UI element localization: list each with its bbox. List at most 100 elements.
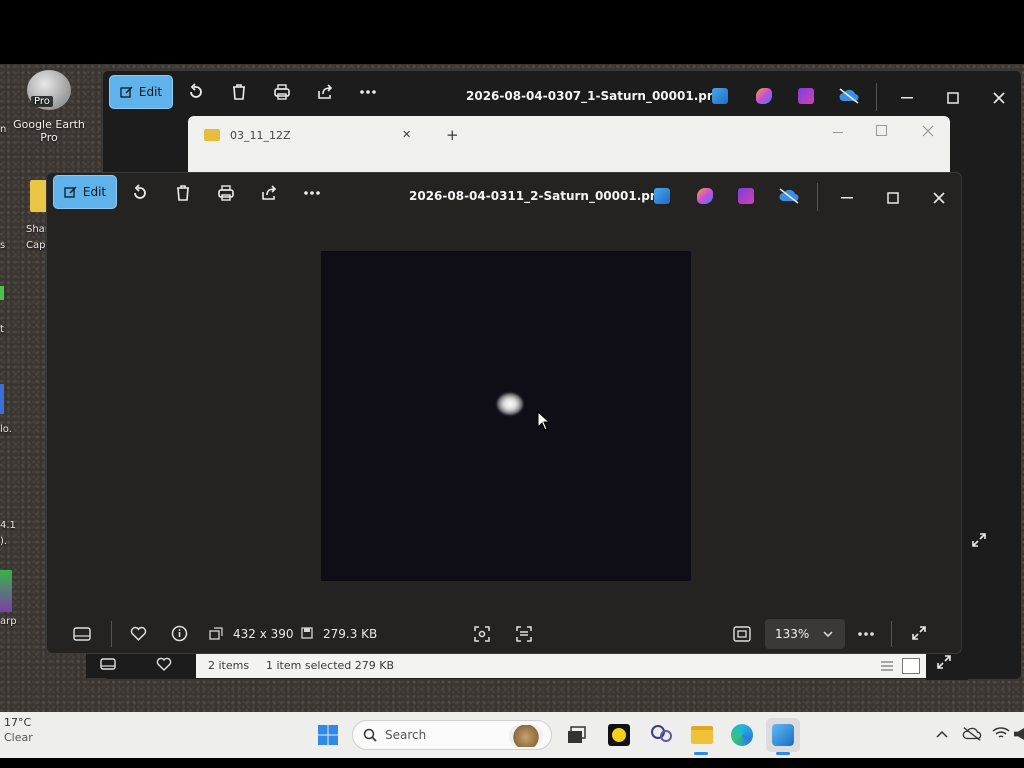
taskbar-photos[interactable] xyxy=(770,722,796,748)
explorer-close-icon[interactable] xyxy=(922,125,934,137)
clipchamp-button[interactable] xyxy=(733,183,759,209)
favorite-heart-icon[interactable] xyxy=(130,626,147,641)
photos-edit-app-icon[interactable] xyxy=(649,183,675,209)
window-title: 2026-08-04-0307_1-Saturn_00001.png xyxy=(466,89,724,103)
print-button[interactable] xyxy=(267,77,297,107)
desktop-icon-google-earth[interactable]: Pro Google Earth Pro xyxy=(6,70,92,144)
taskbar-app-norton[interactable] xyxy=(606,722,632,748)
task-view-button[interactable] xyxy=(564,722,590,748)
details-view-icon[interactable] xyxy=(880,660,894,672)
close-icon xyxy=(933,192,945,204)
onedrive-status-button[interactable] xyxy=(836,83,862,109)
print-button[interactable] xyxy=(211,178,241,208)
saturn-image-blob xyxy=(497,393,523,415)
rotate-button[interactable] xyxy=(125,178,155,208)
google-earth-icon: Pro xyxy=(27,70,71,110)
delete-button[interactable] xyxy=(224,77,254,107)
zoom-dropdown[interactable]: 133% xyxy=(765,619,845,649)
minimize-icon xyxy=(841,197,853,199)
chevron-up-icon[interactable] xyxy=(936,730,948,738)
explorer-minimize-button[interactable] xyxy=(833,132,843,133)
expand-icon[interactable] xyxy=(911,625,927,641)
folder-icon xyxy=(204,129,220,141)
colorful-app-icon[interactable] xyxy=(0,570,12,612)
new-tab-button[interactable]: + xyxy=(446,126,459,144)
weather-widget[interactable]: 17°C Clear xyxy=(4,716,64,752)
minimize-button[interactable] xyxy=(834,185,860,211)
selection-info: 1 item selected 279 KB xyxy=(266,659,395,672)
rotate-icon xyxy=(190,83,202,98)
onedrive-off-icon[interactable] xyxy=(962,726,982,742)
filmstrip-icon[interactable] xyxy=(100,658,116,670)
zoom-level: 133% xyxy=(775,627,810,641)
printer-icon xyxy=(274,84,290,100)
task-view-icon xyxy=(568,726,586,743)
wifi-icon[interactable] xyxy=(992,726,1010,740)
trash-icon xyxy=(233,84,245,100)
yellow-app-icon xyxy=(608,724,630,746)
desktop-label-fragment: Cap xyxy=(26,240,46,251)
green-app-icon[interactable] xyxy=(0,286,4,300)
edit-button[interactable]: Edit xyxy=(53,175,117,209)
rotate-button[interactable] xyxy=(181,77,211,107)
active-indicator xyxy=(694,752,708,755)
close-button[interactable] xyxy=(986,85,1012,111)
more-options-button[interactable] xyxy=(297,178,327,208)
maximize-button[interactable] xyxy=(880,185,906,211)
more-icon[interactable] xyxy=(857,631,875,637)
volume-icon[interactable] xyxy=(1014,728,1024,740)
share-button[interactable] xyxy=(310,77,340,107)
taskbar: 17°C Clear Search xyxy=(0,712,1024,758)
onedrive-status-button[interactable] xyxy=(776,183,802,209)
taskbar-app-teams[interactable] xyxy=(648,722,674,748)
explorer-tab[interactable]: 03_11_12Z xyxy=(196,120,422,150)
status-divider xyxy=(111,621,112,647)
clipchamp-button[interactable] xyxy=(793,83,819,109)
minimize-button[interactable] xyxy=(894,85,920,111)
taskbar-edge[interactable] xyxy=(729,722,755,748)
photo-edit-icon xyxy=(654,188,670,204)
active-indicator xyxy=(776,752,790,755)
copilot-icon xyxy=(697,188,713,204)
copilot-button[interactable] xyxy=(751,83,777,109)
tab-close-button[interactable]: ✕ xyxy=(402,128,411,141)
dimensions-icon xyxy=(209,627,223,640)
desktop-icon-label: Google Earth Pro xyxy=(13,118,85,144)
clipchamp-icon xyxy=(798,88,814,104)
rotate-icon xyxy=(134,184,146,199)
edit-button[interactable]: Edit xyxy=(109,75,173,109)
copilot-button[interactable] xyxy=(692,183,718,209)
pro-badge: Pro xyxy=(31,96,53,107)
blue-app-icon[interactable] xyxy=(0,384,4,414)
mouse-cursor-icon xyxy=(537,411,551,431)
desktop-label-fragment: n xyxy=(0,124,7,135)
info-icon[interactable] xyxy=(171,625,188,642)
image-canvas[interactable] xyxy=(321,251,691,581)
favorite-heart-icon[interactable] xyxy=(156,657,172,671)
photos-window-front: Edit 2026-08-04-0311_2-Saturn_00001.png … xyxy=(46,172,962,654)
fit-to-window-icon[interactable] xyxy=(733,626,751,642)
expand-icon[interactable] xyxy=(936,654,952,670)
close-button[interactable] xyxy=(926,185,952,211)
photos-edit-app-icon[interactable] xyxy=(707,83,733,109)
taskbar-file-explorer[interactable] xyxy=(689,722,715,748)
more-options-button[interactable] xyxy=(353,77,383,107)
explorer-maximize-button[interactable] xyxy=(876,125,887,136)
window-title: 2026-08-04-0311_2-Saturn_00001.png xyxy=(409,189,667,203)
image-dimensions: 432 x 390 xyxy=(233,627,294,641)
filmstrip-icon[interactable] xyxy=(73,627,91,641)
desktop-label-fragment: s xyxy=(0,240,6,251)
clipchamp-icon xyxy=(738,188,754,204)
tiles-view-button[interactable] xyxy=(902,658,920,674)
share-button[interactable] xyxy=(254,178,284,208)
edit-label: Edit xyxy=(138,85,163,99)
back-window-bottom-strip xyxy=(86,652,196,678)
start-button[interactable] xyxy=(315,722,341,748)
maximize-button[interactable] xyxy=(940,85,966,111)
scan-text-icon[interactable] xyxy=(515,625,533,643)
delete-button[interactable] xyxy=(168,178,198,208)
title-divider xyxy=(876,83,877,111)
taskbar-search[interactable]: Search xyxy=(352,720,552,750)
fullscreen-button[interactable] xyxy=(966,527,992,553)
face-detect-icon[interactable] xyxy=(473,625,491,643)
